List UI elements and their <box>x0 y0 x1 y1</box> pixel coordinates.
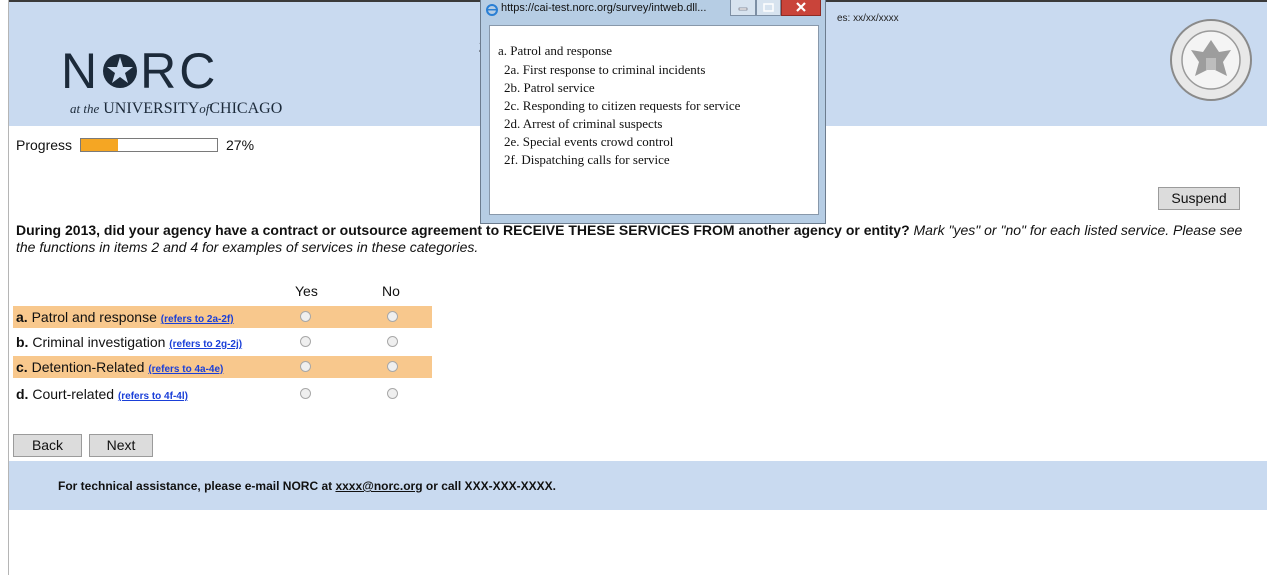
popup-window[interactable]: https://cai-test.norc.org/survey/intweb.… <box>480 0 826 224</box>
radio-yes[interactable] <box>300 361 311 372</box>
suspend-button[interactable]: Suspend <box>1158 187 1240 210</box>
department-of-justice-seal-icon <box>1169 18 1253 107</box>
row-letter: d. <box>16 386 29 402</box>
row-ref-link[interactable]: (refers to 2g-2j) <box>169 339 242 350</box>
progress-label: Progress <box>16 137 73 153</box>
logo-letter-n: N <box>61 43 101 99</box>
row-label: d. Court-related (refers to 4f-4l) <box>16 386 188 402</box>
row-ref-link[interactable]: (refers to 4f-4l) <box>118 391 188 402</box>
row-letter: b. <box>16 334 29 350</box>
footer-text: For technical assistance, please e-mail … <box>58 479 556 493</box>
radio-yes[interactable] <box>300 311 311 322</box>
footer-text-after: or call XXX-XXX-XXXX. <box>425 479 556 493</box>
popup-item: 2c. Responding to citizen requests for s… <box>504 98 741 113</box>
grid-row-patrol: a. Patrol and response (refers to 2a-2f) <box>13 306 432 328</box>
row-label-text: Criminal investigation <box>32 334 166 350</box>
progress-bar <box>80 138 218 152</box>
grid-row-court: d. Court-related (refers to 4f-4l) <box>13 383 432 405</box>
minimize-icon[interactable] <box>730 0 756 16</box>
logo-subtitle: at the UNIVERSITYofCHICAGO <box>70 100 282 118</box>
popup-item: 2e. Special events crowd control <box>504 134 674 149</box>
question-bold: During 2013, did your agency have a cont… <box>16 222 910 238</box>
grid-row-detention: c. Detention-Related (refers to 4a-4e) <box>13 356 432 378</box>
row-letter: c. <box>16 359 28 375</box>
close-icon[interactable] <box>781 0 821 16</box>
column-header-no: No <box>382 283 400 299</box>
popup-title: https://cai-test.norc.org/survey/intweb.… <box>501 2 707 14</box>
footer-banner: For technical assistance, please e-mail … <box>9 461 1267 510</box>
popup-item: 2f. Dispatching calls for service <box>504 152 670 167</box>
logo-letters-rc: RC <box>140 43 219 99</box>
popup-heading: a. Patrol and response <box>498 43 613 58</box>
norc-logo: N RC <box>61 46 218 102</box>
ie-browser-icon <box>486 3 498 16</box>
logo-star-icon <box>100 46 140 102</box>
popup-content: a. Patrol and response 2a. First respons… <box>489 25 819 215</box>
question-text: During 2013, did your agency have a cont… <box>16 222 1261 256</box>
popup-item: 2a. First response to criminal incidents <box>504 62 706 77</box>
popup-item: 2b. Patrol service <box>504 80 595 95</box>
logo-sub-at-the: at the <box>70 101 100 116</box>
row-ref-link[interactable]: (refers to 2a-2f) <box>161 314 234 325</box>
row-letter: a. <box>16 309 28 325</box>
row-label: a. Patrol and response (refers to 2a-2f) <box>16 309 234 325</box>
radio-no[interactable] <box>387 336 398 347</box>
row-label-text: Court-related <box>32 386 115 402</box>
column-header-yes: Yes <box>295 283 318 299</box>
maximize-icon[interactable] <box>756 0 781 16</box>
progress-fill <box>81 139 118 151</box>
radio-no[interactable] <box>387 388 398 399</box>
row-ref-link[interactable]: (refers to 4a-4e) <box>148 364 223 375</box>
popup-item: 2d. Arrest of criminal suspects <box>504 116 663 131</box>
radio-yes[interactable] <box>300 336 311 347</box>
radio-no[interactable] <box>387 361 398 372</box>
survey-date-fragment: es: xx/xx/xxxx <box>837 13 899 24</box>
row-label: c. Detention-Related (refers to 4a-4e) <box>16 359 223 375</box>
grid-row-criminal-investigation: b. Criminal investigation (refers to 2g-… <box>13 331 432 353</box>
logo-sub-chicago: CHICAGO <box>209 100 283 117</box>
logo-sub-of: of <box>199 101 210 116</box>
logo-sub-university: UNIVERSITY <box>103 100 200 117</box>
next-button[interactable]: Next <box>89 434 153 457</box>
progress-percent: 27% <box>226 137 255 153</box>
radio-no[interactable] <box>387 311 398 322</box>
row-label: b. Criminal investigation (refers to 2g-… <box>16 334 242 350</box>
row-label-text: Detention-Related <box>31 359 145 375</box>
back-button[interactable]: Back <box>13 434 82 457</box>
row-label-text: Patrol and response <box>31 309 157 325</box>
radio-yes[interactable] <box>300 388 311 399</box>
footer-text-before: For technical assistance, please e-mail … <box>58 479 333 493</box>
support-email-link[interactable]: xxxx@norc.org <box>335 479 422 493</box>
